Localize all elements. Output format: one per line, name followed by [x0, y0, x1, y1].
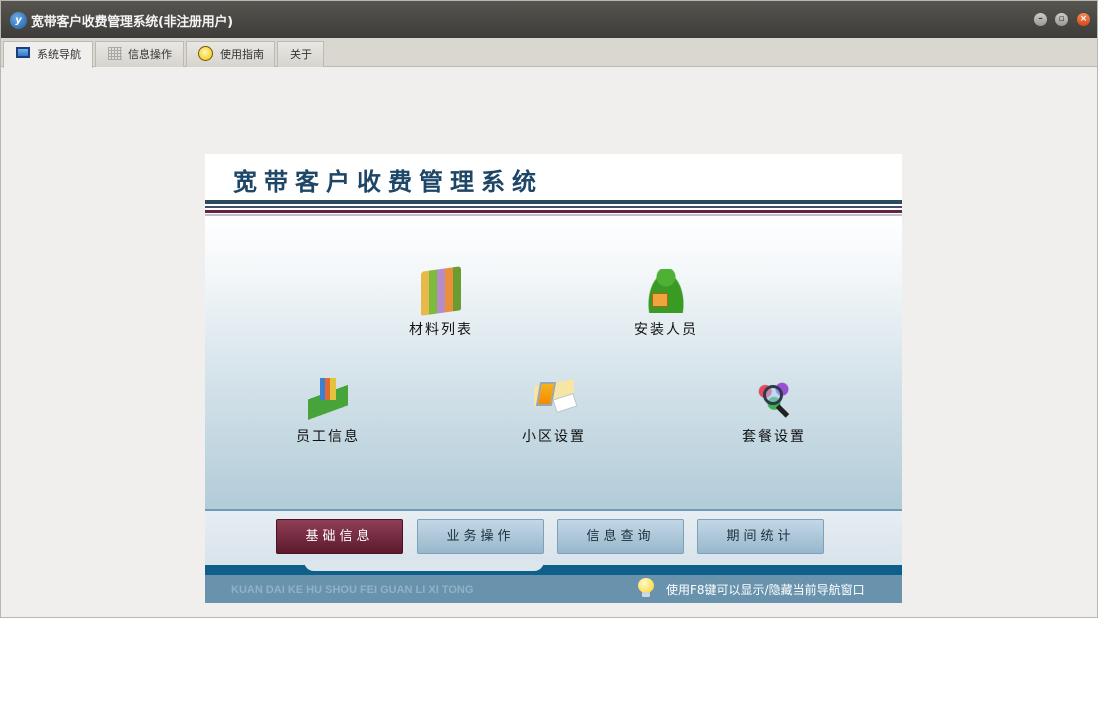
footer-tab-business-operation[interactable]: 业务操作 [417, 519, 544, 554]
tab-label: 系统导航 [37, 48, 81, 61]
pinyin-caption: KUAN DAI KE HU SHOU FEI GUAN LI XI TONG [231, 584, 474, 596]
books-icon [421, 266, 461, 316]
status-bar: KUAN DAI KE HU SHOU FEI GUAN LI XI TONG … [205, 575, 902, 603]
divider [205, 210, 902, 213]
nav-content-area: 材料列表 安装人员 员工信息 小区设置 套餐设置 [205, 216, 902, 509]
banner-title: 宽带客户收费管理系统 [233, 167, 543, 196]
app-window: y 宽带客户收费管理系统(非注册用户) – ▫ × 系统导航 信息操作 使用指南… [0, 0, 1098, 618]
tab-label: 信息操作 [128, 48, 172, 61]
grid-icon [108, 47, 122, 60]
nav-item-label: 套餐设置 [742, 429, 806, 445]
tab-label: 关于 [290, 48, 312, 61]
lightbulb-icon [198, 46, 213, 61]
divider [205, 206, 902, 208]
window-title: 宽带客户收费管理系统(非注册用户) [31, 15, 233, 30]
nav-item-label: 小区设置 [522, 429, 586, 445]
tab-label: 使用指南 [220, 48, 264, 61]
navigation-panel: 宽带客户收费管理系统 材料列表 安装人员 员工信息 小区设置 套餐设置 基础信息… [205, 154, 902, 603]
monitor-icon [16, 47, 30, 58]
footer-tab-info-query[interactable]: 信息查询 [557, 519, 684, 554]
app-logo-icon: y [10, 12, 27, 29]
nav-item-label: 材料列表 [409, 322, 473, 338]
nav-item-community-settings[interactable]: 小区设置 [499, 376, 609, 448]
nav-item-label: 员工信息 [296, 429, 360, 445]
nav-item-package-settings[interactable]: 套餐设置 [719, 376, 829, 448]
maximize-icon[interactable]: ▫ [1055, 13, 1068, 26]
title-bar[interactable]: y 宽带客户收费管理系统(非注册用户) – ▫ × [1, 1, 1097, 38]
main-tab-bar: 系统导航 信息操作 使用指南 关于 [1, 38, 1097, 68]
tab-user-guide[interactable]: 使用指南 [186, 41, 275, 67]
nav-item-installers[interactable]: 安装人员 [611, 269, 721, 341]
tab-about[interactable]: 关于 [277, 41, 324, 67]
close-icon[interactable]: × [1077, 13, 1090, 26]
footer-tab-period-statistics[interactable]: 期间统计 [697, 519, 824, 554]
installer-person-icon [646, 269, 686, 313]
tab-info-operation[interactable]: 信息操作 [95, 41, 184, 67]
footer-wave [205, 561, 902, 575]
nav-item-material-list[interactable]: 材料列表 [386, 266, 496, 341]
footer-tab-basic-info[interactable]: 基础信息 [276, 519, 403, 554]
divider [205, 200, 902, 204]
magnifier-icon [754, 376, 794, 420]
minimize-icon[interactable]: – [1034, 13, 1047, 26]
employee-ruler-icon [308, 376, 348, 420]
nav-item-label: 安装人员 [634, 322, 698, 338]
nav-item-employee-info[interactable]: 员工信息 [273, 376, 383, 448]
tab-system-navigation[interactable]: 系统导航 [3, 41, 93, 68]
f8-hint-text: 使用F8键可以显示/隐藏当前导航窗口 [666, 583, 865, 597]
banner: 宽带客户收费管理系统 [205, 154, 902, 200]
laptop-document-icon [534, 376, 578, 420]
lightbulb-icon [638, 578, 654, 598]
